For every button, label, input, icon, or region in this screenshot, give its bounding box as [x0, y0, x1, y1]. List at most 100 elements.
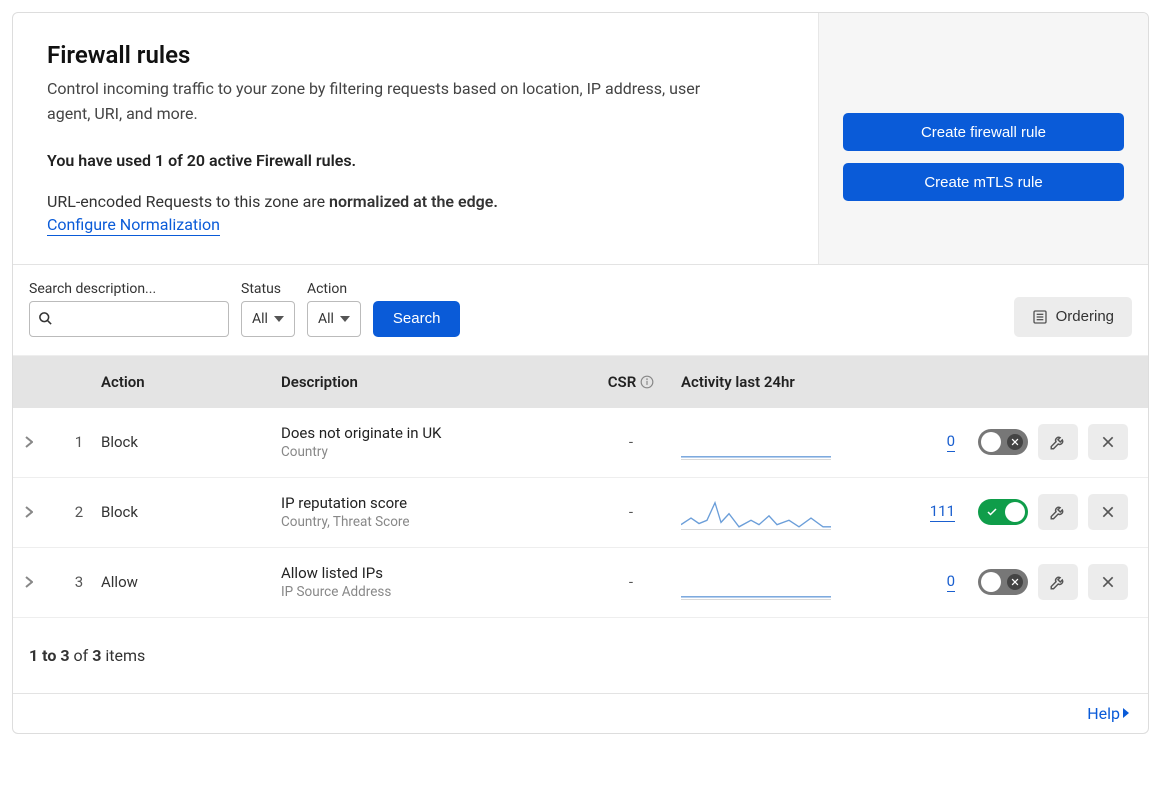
enable-toggle[interactable] — [978, 429, 1028, 455]
row-description: Does not originate in UK Country — [281, 424, 581, 460]
pagination-summary: 1 to 3 of 3 items — [13, 618, 1148, 693]
check-icon — [984, 504, 1000, 520]
desc-subtitle: Country — [281, 444, 581, 460]
table-row: 2 Block IP reputation score Country, Thr… — [13, 478, 1148, 548]
edit-button[interactable] — [1038, 564, 1078, 600]
total: 3 — [92, 646, 101, 665]
x-icon — [1007, 574, 1023, 590]
search-button[interactable]: Search — [373, 301, 461, 337]
chevron-right-icon — [25, 436, 57, 448]
x-icon — [1100, 434, 1116, 450]
row-count: 0 — [901, 572, 961, 592]
table-header: Action Description CSR Activity last 24h… — [13, 356, 1148, 408]
row-action: Block — [101, 433, 281, 451]
wrench-icon — [1049, 503, 1067, 521]
row-index: 1 — [57, 433, 101, 451]
row-csr: - — [581, 573, 681, 591]
chevron-right-icon — [1122, 707, 1130, 719]
usage-line: You have used 1 of 20 active Firewall ru… — [47, 151, 784, 170]
header-left: Firewall rules Control incoming traffic … — [13, 13, 818, 264]
th-activity: Activity last 24hr — [681, 373, 901, 391]
activity-count-link[interactable]: 111 — [930, 502, 955, 522]
x-icon — [1007, 434, 1023, 450]
status-select[interactable]: All — [241, 301, 295, 337]
sparkline — [681, 564, 831, 600]
ordering-label: Ordering — [1056, 308, 1114, 325]
caret-down-icon — [340, 316, 350, 322]
row-csr: - — [581, 433, 681, 451]
help-link[interactable]: Help — [1087, 704, 1130, 723]
edit-button[interactable] — [1038, 494, 1078, 530]
table-body: 1 Block Does not originate in UK Country… — [13, 408, 1148, 618]
activity-count-link[interactable]: 0 — [947, 572, 955, 592]
status-value: All — [252, 311, 268, 327]
action-filter-label: Action — [307, 281, 361, 297]
range: 1 to 3 — [29, 646, 70, 665]
delete-button[interactable] — [1088, 564, 1128, 600]
delete-button[interactable] — [1088, 424, 1128, 460]
normalization-prefix: URL-encoded Requests to this zone are — [47, 192, 329, 211]
action-select[interactable]: All — [307, 301, 361, 337]
ordering-button[interactable]: Ordering — [1014, 297, 1132, 337]
search-icon — [38, 311, 53, 326]
row-csr: - — [581, 503, 681, 521]
row-index: 3 — [57, 573, 101, 591]
wrench-icon — [1049, 433, 1067, 451]
desc-subtitle: IP Source Address — [281, 584, 581, 600]
help-label: Help — [1087, 704, 1120, 723]
table-row: 1 Block Does not originate in UK Country… — [13, 408, 1148, 478]
desc-title: Allow listed IPs — [281, 564, 581, 582]
action-value: All — [318, 311, 334, 327]
header-right: Create firewall rule Create mTLS rule — [818, 13, 1148, 264]
expand-toggle[interactable] — [25, 436, 57, 448]
chevron-right-icon — [25, 576, 57, 588]
wrench-icon — [1049, 573, 1067, 591]
row-action: Allow — [101, 573, 281, 591]
desc-title: Does not originate in UK — [281, 424, 581, 442]
expand-toggle[interactable] — [25, 576, 57, 588]
search-label: Search description... — [29, 281, 229, 297]
normalization-bold: normalized at the edge. — [329, 192, 498, 211]
filters-bar: Search description... Status All Action … — [13, 265, 1148, 356]
help-bar: Help — [13, 693, 1148, 733]
th-description: Description — [281, 373, 581, 391]
enable-toggle[interactable] — [978, 499, 1028, 525]
th-action: Action — [101, 373, 281, 391]
desc-title: IP reputation score — [281, 494, 581, 512]
activity-count-link[interactable]: 0 — [947, 432, 955, 452]
configure-normalization-link[interactable]: Configure Normalization — [47, 215, 220, 236]
chevron-right-icon — [25, 506, 57, 518]
page-intro: Control incoming traffic to your zone by… — [47, 77, 747, 127]
row-count: 0 — [901, 432, 961, 452]
row-activity — [681, 494, 901, 530]
delete-button[interactable] — [1088, 494, 1128, 530]
x-icon — [1100, 504, 1116, 520]
desc-subtitle: Country, Threat Score — [281, 514, 581, 530]
row-count: 111 — [901, 502, 961, 522]
sparkline — [681, 424, 831, 460]
caret-down-icon — [274, 316, 284, 322]
th-csr: CSR — [581, 373, 681, 391]
search-box[interactable] — [29, 301, 229, 337]
row-action: Block — [101, 503, 281, 521]
enable-toggle[interactable] — [978, 569, 1028, 595]
firewall-rules-card: Firewall rules Control incoming traffic … — [12, 12, 1149, 734]
x-icon — [1100, 574, 1116, 590]
info-icon — [640, 375, 654, 389]
row-description: Allow listed IPs IP Source Address — [281, 564, 581, 600]
normalization-line: URL-encoded Requests to this zone are no… — [47, 192, 784, 211]
row-index: 2 — [57, 503, 101, 521]
header-section: Firewall rules Control incoming traffic … — [13, 13, 1148, 265]
row-activity — [681, 564, 901, 600]
status-label: Status — [241, 281, 295, 297]
row-activity — [681, 424, 901, 460]
create-firewall-rule-button[interactable]: Create firewall rule — [843, 113, 1124, 151]
list-icon — [1032, 309, 1048, 325]
edit-button[interactable] — [1038, 424, 1078, 460]
create-mtls-rule-button[interactable]: Create mTLS rule — [843, 163, 1124, 201]
search-input[interactable] — [59, 310, 244, 328]
row-description: IP reputation score Country, Threat Scor… — [281, 494, 581, 530]
page-title: Firewall rules — [47, 41, 784, 69]
sparkline — [681, 494, 831, 530]
expand-toggle[interactable] — [25, 506, 57, 518]
